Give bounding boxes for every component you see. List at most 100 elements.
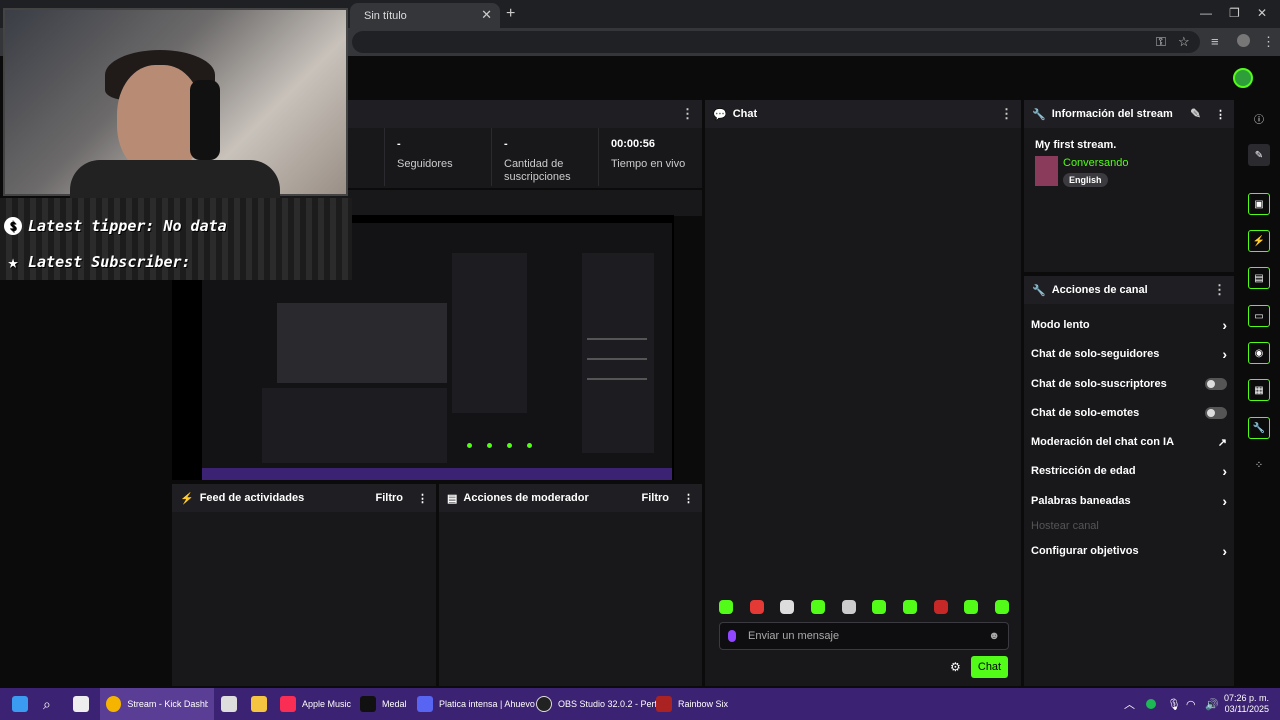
action-label: Configurar objetivos	[1031, 545, 1139, 557]
more-tools-icon[interactable]: ⁘	[1248, 454, 1270, 476]
browser-menu-icon[interactable]: ⋮	[1262, 34, 1275, 50]
emote-1[interactable]	[719, 600, 733, 614]
apple-music-icon	[280, 696, 296, 712]
ai-moderation-item[interactable]: Moderación del chat con IA ↗	[1031, 432, 1227, 452]
emote-2[interactable]	[749, 600, 764, 614]
url-input[interactable]	[352, 31, 1200, 53]
wrench-icon: 🔧	[1032, 284, 1046, 297]
taskbar-app-discord[interactable]: Platica intensa | Ahuevo	[417, 688, 535, 720]
slow-mode-item[interactable]: Modo lento ›	[1031, 315, 1227, 335]
chat-title: Chat	[732, 108, 758, 120]
chat-settings-gear-icon[interactable]: ⚙	[950, 660, 961, 674]
external-link-icon: ↗	[1217, 436, 1227, 449]
wifi-icon[interactable]: ◠	[1186, 688, 1196, 720]
broadcast-icon[interactable]: ◉	[1248, 342, 1270, 364]
emote-7[interactable]	[902, 600, 917, 614]
kebab-menu-icon[interactable]: ⋮	[1215, 108, 1226, 121]
lightning-icon[interactable]: ⚡	[1248, 230, 1270, 252]
action-label: Chat de solo-seguidores	[1031, 348, 1160, 360]
preview-mini-sidebar	[582, 253, 654, 453]
webcam-feed	[3, 8, 348, 200]
stream-info-panel: 🔧 Información del stream ✎ ⋮	[1024, 100, 1234, 272]
taskbar-app-obs[interactable]: OBS Studio 32.0.2 - Perf	[536, 688, 657, 720]
tab-close-icon[interactable]: ✕	[481, 7, 492, 23]
clock-date: 03/11/2025	[1224, 704, 1269, 714]
search-icon[interactable]: ⌕	[43, 688, 51, 720]
user-avatar[interactable]	[1233, 68, 1253, 88]
taskbar-app-rainbow-six[interactable]: Rainbow Six	[656, 688, 728, 720]
volume-icon[interactable]: 🔊	[1205, 688, 1219, 720]
taskbar-app-label: Medal	[382, 699, 407, 709]
stream-title: My first stream.	[1035, 139, 1117, 151]
set-goals-item[interactable]: Configurar objetivos ›	[1031, 541, 1227, 561]
task-view-icon[interactable]	[73, 688, 95, 720]
subscribers-only-toggle[interactable]	[1205, 378, 1227, 390]
microphone-icon[interactable]	[728, 630, 736, 642]
taskbar-app-chrome[interactable]: Stream - Kick Dashboard	[100, 688, 214, 720]
latest-subscriber-text: Latest Subscriber:	[28, 253, 191, 271]
kebab-menu-icon[interactable]: ⋮	[681, 106, 694, 122]
mod-filter-button[interactable]: Filtro	[642, 492, 670, 504]
medal-icon	[360, 696, 376, 712]
kebab-menu-icon[interactable]: ⋮	[417, 492, 428, 505]
emote-8[interactable]	[933, 600, 948, 614]
media-icon[interactable]: ≡	[1211, 34, 1219, 49]
emote-9[interactable]	[964, 600, 979, 614]
kebab-menu-icon[interactable]: ⋮	[1213, 282, 1226, 298]
chevron-right-icon: ›	[1222, 543, 1227, 559]
microphone-tray-icon[interactable]: 🎙	[1167, 688, 1181, 720]
profile-icon[interactable]	[1237, 34, 1250, 47]
tray-app-icon[interactable]	[1146, 688, 1162, 720]
browser-tab[interactable]: Sin título ✕	[350, 3, 500, 28]
emote-5[interactable]	[841, 600, 856, 614]
bookmark-star-icon[interactable]: ☆	[1178, 34, 1190, 50]
taskbar-app-label: Stream - Kick Dashboard	[127, 699, 208, 709]
send-chat-button[interactable]: Chat	[971, 656, 1008, 678]
emote-6[interactable]	[872, 600, 887, 614]
channel-actions-panel: 🔧 Acciones de canal ⋮	[1024, 276, 1234, 686]
mod-actions-title: Acciones de moderador	[463, 492, 589, 504]
edit-pencil-icon[interactable]: ✎	[1190, 106, 1201, 122]
preview-mini-chat	[452, 253, 527, 413]
kebab-menu-icon[interactable]: ⋮	[1000, 106, 1013, 122]
taskbar-app-medal[interactable]: Medal	[360, 688, 407, 720]
layout-icon[interactable]: ▦	[1248, 379, 1270, 401]
edit-icon[interactable]: ✎	[1248, 144, 1270, 166]
emotes-only-toggle[interactable]	[1205, 407, 1227, 419]
minimize-button[interactable]: —	[1200, 6, 1212, 20]
store-icon[interactable]	[221, 688, 243, 720]
key-icon[interactable]: ⚿	[1156, 34, 1166, 50]
focus-icon[interactable]: ▣	[1248, 193, 1270, 215]
preview-mini-emote	[467, 443, 472, 448]
chat-icon[interactable]: ▭	[1248, 305, 1270, 327]
emote-3[interactable]	[780, 600, 795, 614]
close-window-button[interactable]: ✕	[1257, 6, 1267, 20]
chat-message-input[interactable]: Enviar un mensaje ☻	[719, 622, 1009, 650]
new-tab-button[interactable]: +	[506, 5, 515, 23]
tray-chevron-icon[interactable]: ︿	[1124, 688, 1135, 720]
windows-start-icon[interactable]	[12, 688, 34, 720]
emote-10[interactable]	[994, 600, 1009, 614]
preview-mini-video	[277, 303, 447, 383]
emote-4[interactable]	[810, 600, 825, 614]
stream-category[interactable]: Conversando	[1063, 157, 1128, 169]
live-time-label: Tiempo en vivo	[611, 158, 686, 170]
info-icon[interactable]: ⓘ	[1248, 107, 1270, 129]
taskbar-app-apple-music[interactable]: Apple Music	[280, 688, 351, 720]
banned-words-item[interactable]: Palabras baneadas ›	[1031, 491, 1227, 511]
feed-filter-button[interactable]: Filtro	[376, 492, 404, 504]
kebab-menu-icon[interactable]: ⋮	[683, 492, 694, 505]
mod-actions-header: ▤ Acciones de moderador Filtro ⋮	[439, 484, 702, 512]
notes-icon[interactable]: ▤	[1248, 267, 1270, 289]
emoji-icon[interactable]: ☻	[988, 630, 1000, 642]
wrench-rail-icon[interactable]: 🔧	[1248, 417, 1270, 439]
maximize-button[interactable]: ❐	[1229, 6, 1240, 20]
age-restriction-item[interactable]: Restricción de edad ›	[1031, 461, 1227, 481]
file-explorer-icon[interactable]	[251, 688, 273, 720]
action-label: Hostear canal	[1031, 520, 1099, 532]
chat-bubble-icon: 💬	[713, 108, 727, 121]
action-label: Moderación del chat con IA	[1031, 436, 1175, 448]
followers-only-item[interactable]: Chat de solo-seguidores ›	[1031, 344, 1227, 364]
discord-icon	[417, 696, 433, 712]
clock[interactable]: 07:26 p. m. 03/11/2025	[1224, 688, 1269, 720]
